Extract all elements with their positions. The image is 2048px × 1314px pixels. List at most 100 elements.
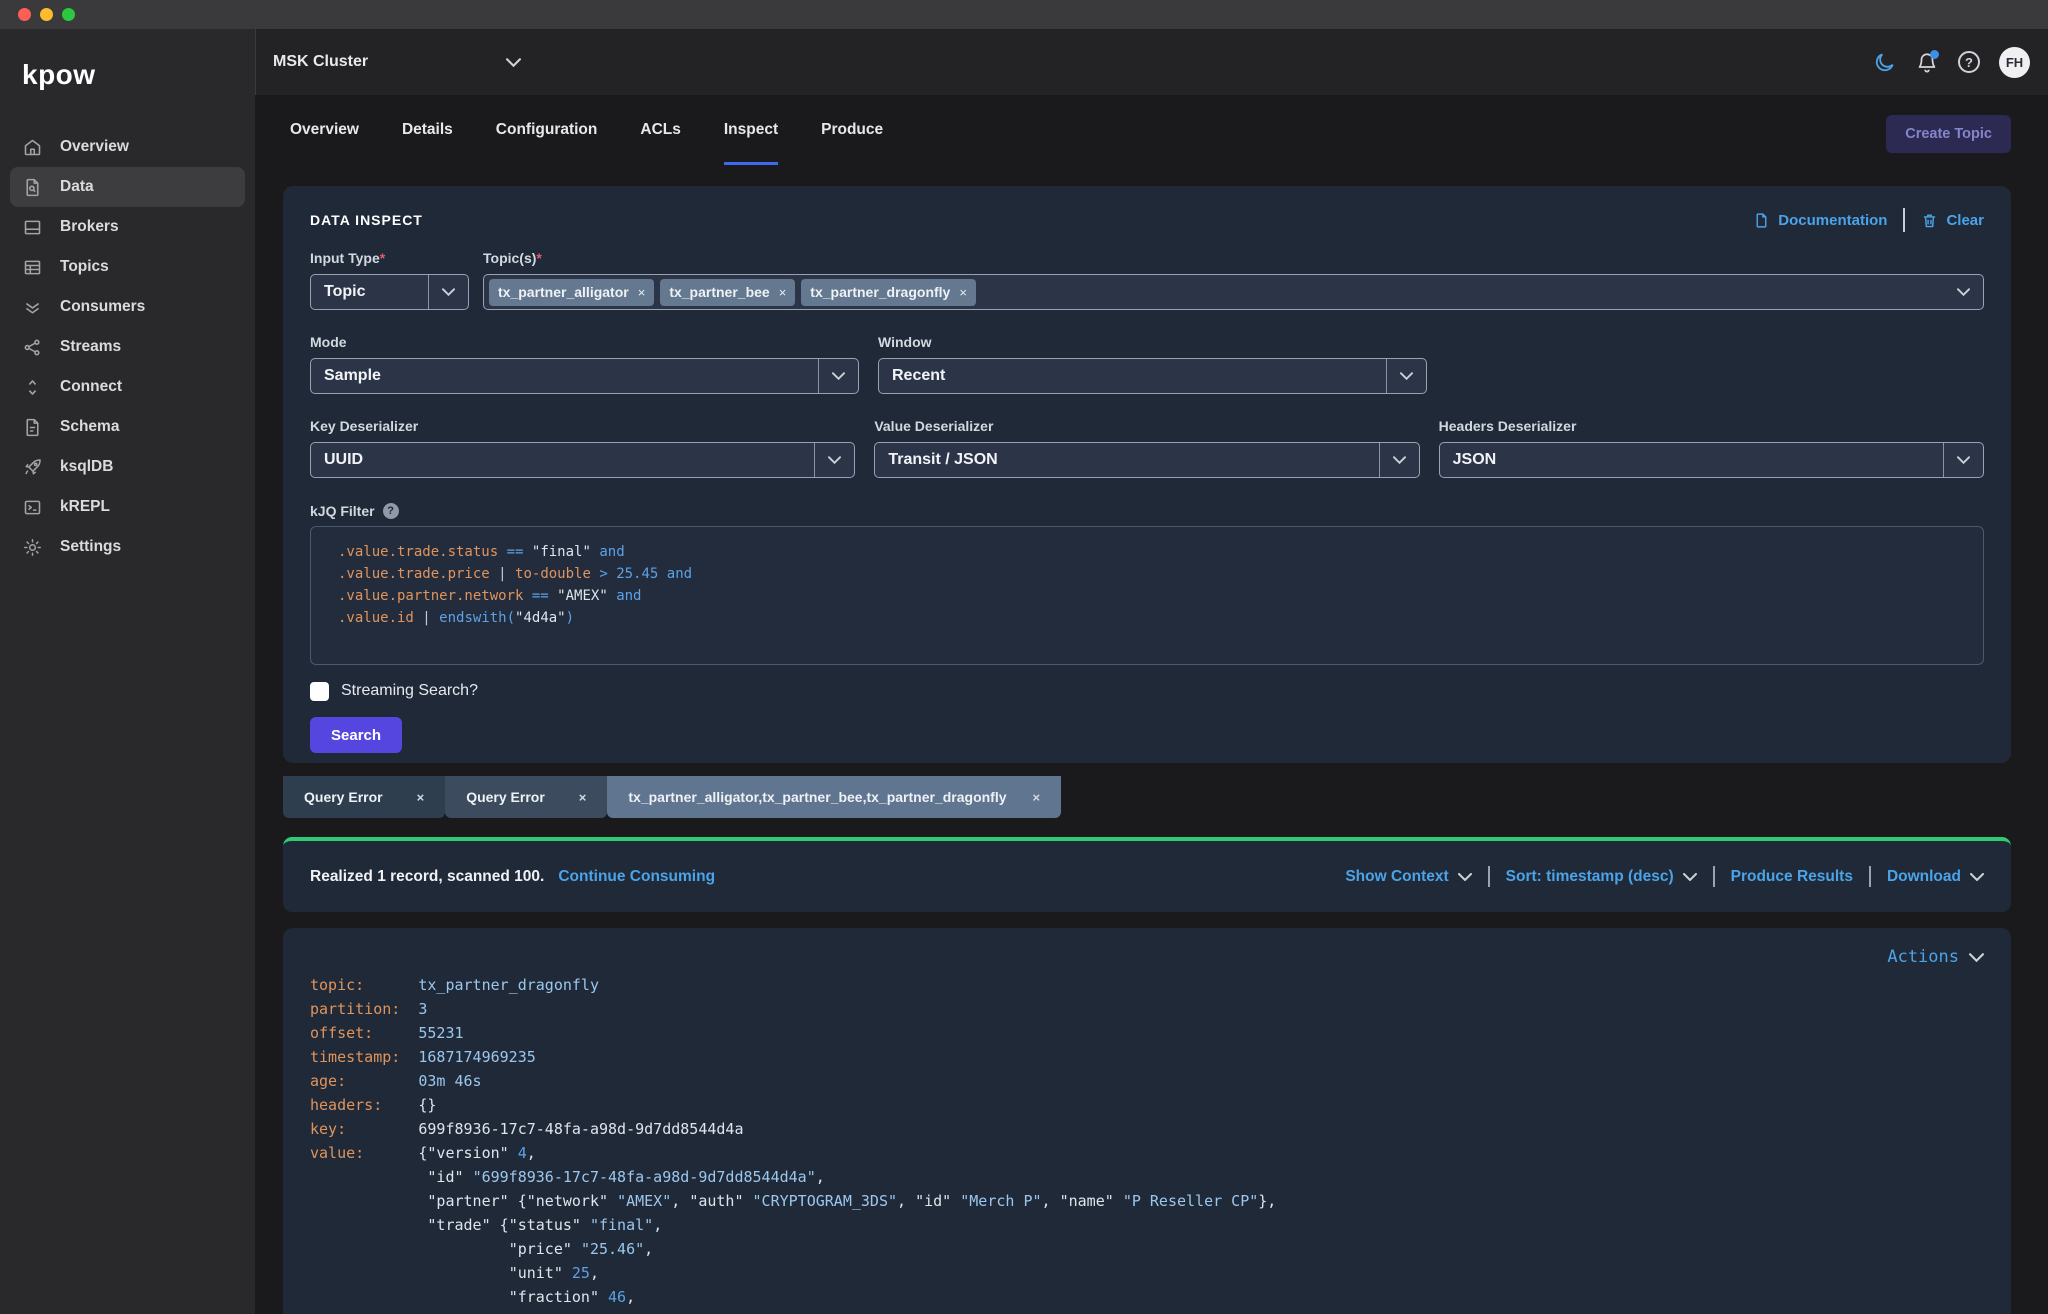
streaming-search-checkbox[interactable] <box>310 681 329 701</box>
remove-tag-icon[interactable]: × <box>779 285 787 300</box>
create-topic-button[interactable]: Create Topic <box>1886 115 2011 153</box>
sort-dropdown[interactable]: Sort: timestamp (desc) <box>1506 868 1697 886</box>
chevron-down-icon <box>1457 872 1472 881</box>
form-row-1: Input Type* Topic Topic(s)* tx_partner_a… <box>310 250 1984 310</box>
close-icon[interactable]: × <box>417 790 425 805</box>
sidebar-item-consumers[interactable]: Consumers <box>10 287 245 327</box>
record-panel: Actions topic: tx_partner_dragonfly parti… <box>283 928 2011 1314</box>
topic-tag: tx_partner_dragonfly × <box>801 278 976 306</box>
form-row-3: Key Deserializer UUID Value Deserializer… <box>310 418 1984 478</box>
tab-inspect[interactable]: Inspect <box>723 121 779 165</box>
notification-badge <box>1930 50 1939 59</box>
main-content: Overview Details Configuration ACLs Insp… <box>255 95 2048 1314</box>
zoom-window-button[interactable] <box>62 8 75 21</box>
gear-icon <box>22 537 43 558</box>
sidebar-item-label: Overview <box>60 138 129 155</box>
dark-mode-toggle[interactable] <box>1872 50 1896 74</box>
tab-overview[interactable]: Overview <box>290 121 359 165</box>
record-header: Actions <box>310 942 1984 972</box>
sidebar-item-connect[interactable]: Connect <box>10 367 245 407</box>
minimize-window-button[interactable] <box>40 8 53 21</box>
sidebar-item-data[interactable]: Data <box>10 167 245 207</box>
results-status-text: Realized 1 record, scanned 100. <box>310 867 545 885</box>
sidebar-item-overview[interactable]: Overview <box>10 127 245 167</box>
chevron-down-icon <box>1943 275 1983 309</box>
topbar-actions: ? FH <box>1872 29 2030 95</box>
divider <box>1868 866 1871 887</box>
remove-tag-icon[interactable]: × <box>959 285 967 300</box>
documentation-label: Documentation <box>1778 211 1888 229</box>
tab-configuration[interactable]: Configuration <box>496 121 598 165</box>
result-tab-topics[interactable]: tx_partner_alligator,tx_partner_bee,tx_p… <box>607 776 1062 818</box>
cluster-selector[interactable]: MSK Cluster <box>273 29 521 95</box>
result-tab-query-error-1[interactable]: Query Error × <box>283 776 446 818</box>
tab-produce[interactable]: Produce <box>821 121 883 165</box>
topic-tag-label: tx_partner_alligator <box>498 284 629 300</box>
result-tab-query-error-2[interactable]: Query Error × <box>445 776 608 818</box>
show-context-dropdown[interactable]: Show Context <box>1345 868 1472 886</box>
mode-label: Mode <box>310 334 347 350</box>
close-icon[interactable]: × <box>579 790 587 805</box>
kjq-filter-label-row: kJQ Filter ? <box>310 502 1984 519</box>
close-window-button[interactable] <box>18 8 31 21</box>
search-button[interactable]: Search <box>310 717 403 753</box>
sort-label: Sort: timestamp (desc) <box>1505 867 1674 885</box>
value-deserializer-select[interactable]: Transit / JSON <box>874 442 1420 478</box>
home-icon <box>22 137 43 158</box>
produce-results-link[interactable]: Produce Results <box>1731 868 1853 886</box>
record-output[interactable]: topic: tx_partner_dragonfly partition: 3o… <box>310 973 1984 1314</box>
sidebar-item-topics[interactable]: Topics <box>10 247 245 287</box>
help-icon[interactable]: ? <box>1958 51 1980 73</box>
clear-button[interactable]: Clear <box>1921 212 1984 229</box>
sidebar-item-settings[interactable]: Settings <box>10 527 245 567</box>
sidebar-item-ksqldb[interactable]: ksqlDB <box>10 447 245 487</box>
notifications-bell-icon[interactable] <box>1915 50 1939 74</box>
tab-details[interactable]: Details <box>402 121 453 165</box>
sidebar-item-label: Data <box>60 178 94 195</box>
close-icon[interactable]: × <box>1033 790 1041 805</box>
headers-deserializer-select[interactable]: JSON <box>1438 442 1984 478</box>
server-icon <box>22 217 43 238</box>
window-select[interactable]: Recent <box>878 358 1427 394</box>
sidebar-item-brokers[interactable]: Brokers <box>10 207 245 247</box>
help-circle-icon[interactable]: ? <box>382 502 399 519</box>
kjq-filter-label: kJQ Filter <box>310 502 375 519</box>
user-avatar[interactable]: FH <box>1999 46 2030 78</box>
chevron-down-icon <box>428 275 468 309</box>
actions-dropdown[interactable]: Actions <box>1887 942 1984 972</box>
documentation-link[interactable]: Documentation <box>1753 212 1887 229</box>
streaming-search-label: Streaming Search? <box>341 682 478 699</box>
headers-deserializer-value: JSON <box>1452 451 1497 468</box>
sidebar-item-label: Topics <box>60 258 109 275</box>
sidebar-nav: Overview Data Brokers Topics Consumers S… <box>0 127 255 567</box>
download-label: Download <box>1886 867 1961 885</box>
sidebar-item-label: kREPL <box>60 498 110 515</box>
window-label: Window <box>878 334 932 350</box>
tab-acls[interactable]: ACLs <box>640 121 680 165</box>
required-asterisk: * <box>379 250 386 266</box>
topics-multiselect[interactable]: tx_partner_alligator × tx_partner_bee × … <box>483 274 1984 310</box>
sidebar-item-streams[interactable]: Streams <box>10 327 245 367</box>
key-deserializer-value: UUID <box>324 451 364 468</box>
chevron-down-icon <box>1682 872 1697 881</box>
sidebar-item-krepl[interactable]: kREPL <box>10 487 245 527</box>
remove-tag-icon[interactable]: × <box>638 285 646 300</box>
trash-icon <box>1924 213 1936 227</box>
app-window: kpow Overview Data Brokers Topics Consum… <box>0 0 2048 1314</box>
cluster-selector-value: MSK Cluster <box>273 53 369 70</box>
terminal-icon <box>22 497 43 518</box>
value-deserializer-value: Transit / JSON <box>888 451 998 468</box>
continue-consuming-link[interactable]: Continue Consuming <box>558 868 715 886</box>
topic-tag: tx_partner_alligator × <box>489 278 655 306</box>
kjq-filter-editor[interactable]: .value.trade.status == "final" and .value… <box>310 526 1984 665</box>
divider <box>1903 208 1906 232</box>
key-deserializer-select[interactable]: UUID <box>310 442 856 478</box>
download-dropdown[interactable]: Download <box>1887 868 1984 886</box>
result-tabs: Query Error × Query Error × tx_partner_a… <box>283 776 2011 818</box>
input-type-select[interactable]: Topic <box>310 274 469 310</box>
chevron-down-icon <box>1969 952 1984 962</box>
value-deserializer-label: Value Deserializer <box>874 418 994 434</box>
mode-select[interactable]: Sample <box>310 358 859 394</box>
sidebar-item-schema[interactable]: Schema <box>10 407 245 447</box>
actions-label: Actions <box>1887 947 1959 967</box>
